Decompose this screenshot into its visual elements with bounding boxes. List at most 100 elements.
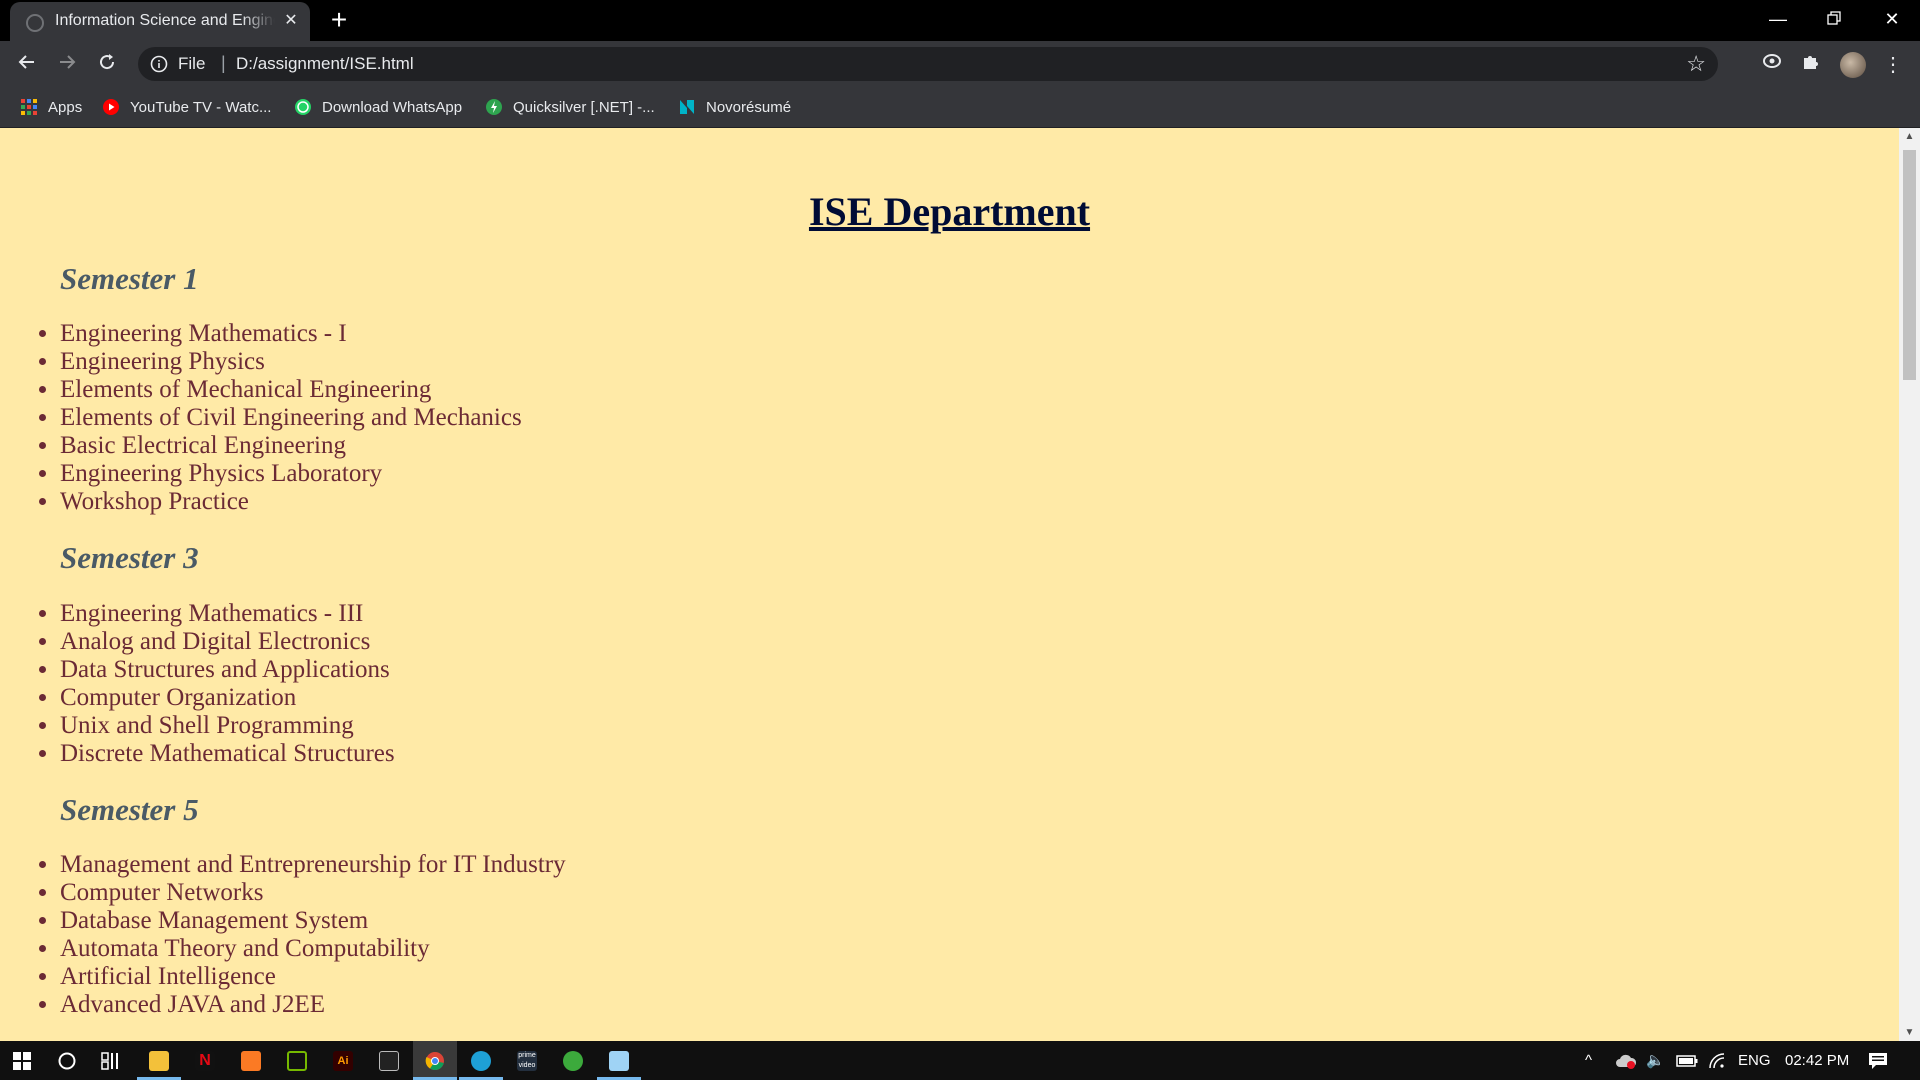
prime-video-icon: prime video xyxy=(517,1051,537,1072)
bookmark-download-whatsapp[interactable]: Download WhatsApp xyxy=(294,96,462,120)
restore-button[interactable] xyxy=(1806,0,1862,38)
forward-button[interactable] xyxy=(51,49,83,81)
reload-icon xyxy=(100,54,115,70)
subject-item: Artificial Intelligence xyxy=(60,963,566,991)
apps-grid-icon xyxy=(21,99,37,115)
input-language[interactable]: ENG xyxy=(1738,1041,1771,1080)
taskbar-nvidia[interactable] xyxy=(275,1041,319,1080)
subject-item: Data Structures and Applications xyxy=(60,656,395,684)
reload-button[interactable] xyxy=(91,49,123,81)
back-button[interactable] xyxy=(11,49,43,81)
semester-1-subject-list: Engineering Mathematics - I Engineering … xyxy=(0,320,522,516)
task-view-icon xyxy=(101,1052,118,1070)
info-icon[interactable] xyxy=(150,55,168,73)
subject-item: Elements of Civil Engineering and Mechan… xyxy=(60,404,522,432)
windows-taskbar: N Ai prime video ^ 🔈 ENG 02:42 PM xyxy=(0,1041,1920,1080)
novoresume-icon xyxy=(680,100,694,114)
whatsapp-icon xyxy=(295,99,311,115)
bookmark-label: Download WhatsApp xyxy=(322,99,463,116)
bookmark-label: Apps xyxy=(48,99,83,116)
extension-icon-media[interactable] xyxy=(1757,50,1787,80)
subject-item: Engineering Physics Laboratory xyxy=(60,460,522,488)
scroll-down-arrow-icon[interactable]: ▼ xyxy=(1899,1024,1920,1041)
taskbar-illustrator[interactable]: Ai xyxy=(321,1041,365,1080)
taskbar-prime-video[interactable]: prime video xyxy=(505,1041,549,1080)
new-tab-button[interactable]: + xyxy=(324,5,354,35)
extensions-puzzle-icon[interactable] xyxy=(1796,50,1826,80)
tab-close-icon[interactable]: ✕ xyxy=(280,10,302,32)
taskbar-chrome[interactable] xyxy=(413,1041,457,1080)
battery-icon xyxy=(1676,1055,1698,1067)
address-bar[interactable]: File | D:/assignment/ISE.html ☆ xyxy=(138,47,1718,81)
media-icon xyxy=(1763,54,1781,68)
chrome-icon xyxy=(425,1052,444,1071)
taskbar-notepad[interactable] xyxy=(597,1041,641,1080)
minimize-button[interactable]: — xyxy=(1750,0,1806,38)
subject-item: Computer Networks xyxy=(60,879,566,907)
taskbar-file-explorer[interactable] xyxy=(137,1041,181,1080)
bookmark-label: YouTube TV - Watc... xyxy=(130,99,272,116)
bookmark-novoresume[interactable]: Novorésumé xyxy=(678,96,791,120)
bookmark-label: Novorésumé xyxy=(706,99,792,116)
tray-wifi-icon[interactable] xyxy=(1708,1041,1726,1080)
bookmark-star-icon[interactable]: ☆ xyxy=(1686,51,1706,77)
tray-battery-icon[interactable] xyxy=(1676,1041,1698,1080)
taskbar-terminal[interactable] xyxy=(367,1041,411,1080)
subject-item: Unix and Shell Programming xyxy=(60,712,395,740)
restore-icon xyxy=(1827,11,1841,25)
page-title: ISE Department xyxy=(808,189,1091,234)
subject-item: Advanced JAVA and J2EE xyxy=(60,991,566,1019)
browser-menu-button[interactable]: ⋮ xyxy=(1878,50,1908,80)
tab-title: Information Science and Engineering xyxy=(55,12,275,29)
illustrator-icon: Ai xyxy=(333,1051,353,1072)
scroll-up-arrow-icon[interactable]: ▲ xyxy=(1899,128,1920,145)
folder-icon xyxy=(149,1051,169,1072)
close-window-button[interactable]: ✕ xyxy=(1864,0,1920,38)
whatsapp-app-icon xyxy=(471,1051,491,1072)
notification-icon xyxy=(1869,1053,1887,1070)
taskbar-bluestacks[interactable] xyxy=(551,1041,595,1080)
semester-heading: Semester 3 xyxy=(60,540,199,575)
task-view-button[interactable] xyxy=(90,1041,134,1080)
search-button[interactable] xyxy=(45,1041,89,1080)
tray-volume-icon[interactable]: 🔈 xyxy=(1646,1041,1665,1080)
tray-onedrive-icon[interactable] xyxy=(1615,1041,1637,1080)
taskbar-netflix[interactable]: N xyxy=(183,1041,227,1080)
taskbar-whatsapp[interactable] xyxy=(459,1041,503,1080)
url-scheme: File xyxy=(178,54,206,73)
semester-heading: Semester 5 xyxy=(60,792,199,827)
action-center-icon[interactable] xyxy=(1868,1041,1888,1080)
profile-avatar[interactable] xyxy=(1840,52,1866,78)
scrollbar-thumb[interactable] xyxy=(1903,150,1916,380)
clock[interactable]: 02:42 PM xyxy=(1785,1041,1849,1080)
subject-item: Workshop Practice xyxy=(60,488,522,516)
browser-tab[interactable]: Information Science and Engineering ✕ xyxy=(10,2,310,41)
youtube-icon xyxy=(103,99,119,115)
taskbar-xampp[interactable] xyxy=(229,1041,273,1080)
subject-item: Management and Entrepreneurship for IT I… xyxy=(60,851,566,879)
subject-item: Discrete Mathematical Structures xyxy=(60,740,395,768)
subject-item: Basic Electrical Engineering xyxy=(60,432,522,460)
netflix-icon: N xyxy=(195,1051,215,1072)
start-button[interactable] xyxy=(0,1041,44,1080)
vertical-scrollbar[interactable]: ▲ ▼ xyxy=(1899,128,1920,1041)
subject-item: Engineering Physics xyxy=(60,348,522,376)
bookmark-label: Quicksilver [.NET] -... xyxy=(513,99,655,116)
bookmark-youtube-tv[interactable]: YouTube TV - Watc... xyxy=(102,96,271,120)
puzzle-icon xyxy=(1804,56,1818,69)
tray-overflow-chevron-icon[interactable]: ^ xyxy=(1585,1041,1592,1080)
subject-item: Automata Theory and Computability xyxy=(60,935,566,963)
windows-logo-icon xyxy=(13,1052,31,1071)
subject-item: Computer Organization xyxy=(60,684,395,712)
arrow-left-icon xyxy=(18,55,34,69)
url-text[interactable]: D:/assignment/ISE.html xyxy=(236,54,414,74)
bookmark-quicksilver[interactable]: Quicksilver [.NET] -... xyxy=(485,96,655,120)
bookmarks-bar: Apps YouTube TV - Watc... Download Whats… xyxy=(0,88,1920,128)
bookmark-apps[interactable]: Apps xyxy=(20,96,82,120)
cloud-icon xyxy=(1616,1054,1637,1070)
subject-item: Analog and Digital Electronics xyxy=(60,628,395,656)
cortana-circle-icon xyxy=(58,1052,76,1070)
green-app-icon xyxy=(563,1051,583,1072)
subject-item: Engineering Mathematics - III xyxy=(60,600,395,628)
subject-item: Engineering Mathematics - I xyxy=(60,320,522,348)
